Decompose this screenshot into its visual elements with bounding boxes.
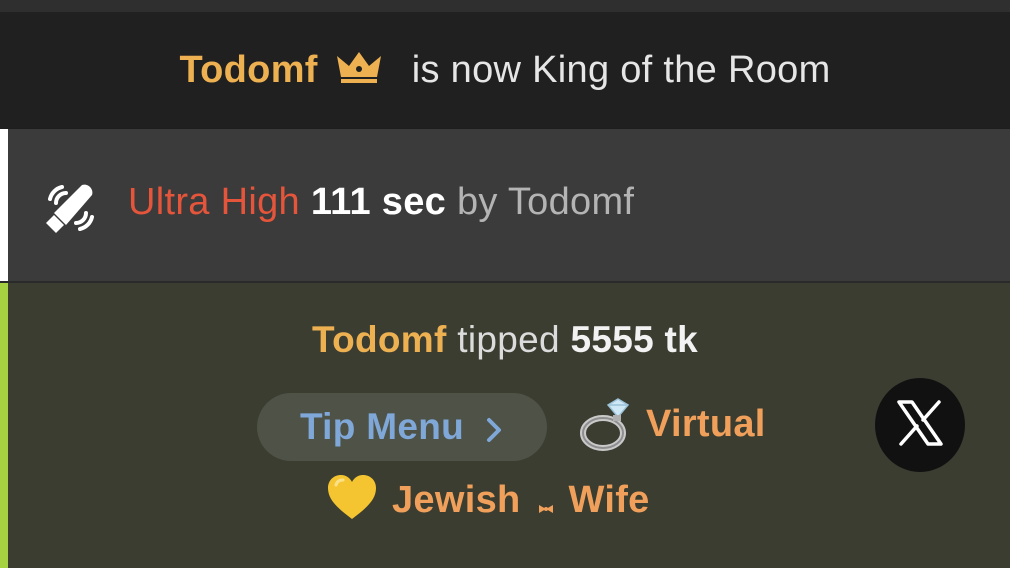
x-share-button[interactable] [875,378,965,472]
crown-icon [334,50,384,84]
level-stripe [0,129,8,281]
x-logo-icon [893,398,947,453]
tip-amount: 5555 tk [570,319,699,360]
ring-emoji-icon [576,395,634,453]
tip-menu-label: Tip Menu [299,406,465,447]
king-of-room-notice: Todomf is now King of the Room [0,12,1010,128]
top-strip [0,0,1010,12]
level-line: Ultra High 111 sec by Todomf [128,181,634,224]
level-duration: 111 sec [310,181,447,223]
tip-item-virtual: Virtual [646,403,766,445]
tip-item-jewish-wife: Jewish Wife [392,479,650,522]
level-name: Ultra High [128,181,300,223]
tip-username[interactable]: Todomf [312,319,447,360]
vibrating-toy-icon [42,179,100,237]
vibration-level-notice: Ultra High 111 sec by Todomf [0,129,1010,281]
tip-line: Todomf tipped 5555 tk [0,319,1010,361]
tip-verb: tipped [457,319,560,360]
king-username[interactable]: Todomf [179,49,317,92]
king-message: is now King of the Room [411,48,831,91]
tip-item-word1: Jewish [392,479,521,521]
bow-icon [537,481,555,513]
chevron-right-icon [484,412,504,442]
yellow-heart-emoji-icon [326,473,378,523]
level-by-user: by Todomf [456,181,635,223]
tip-notice: Todomf tipped 5555 tk Tip Menu Virtual J… [0,283,1010,568]
tip-item-word2: Wife [568,479,650,521]
tip-menu-button[interactable]: Tip Menu [257,393,547,461]
